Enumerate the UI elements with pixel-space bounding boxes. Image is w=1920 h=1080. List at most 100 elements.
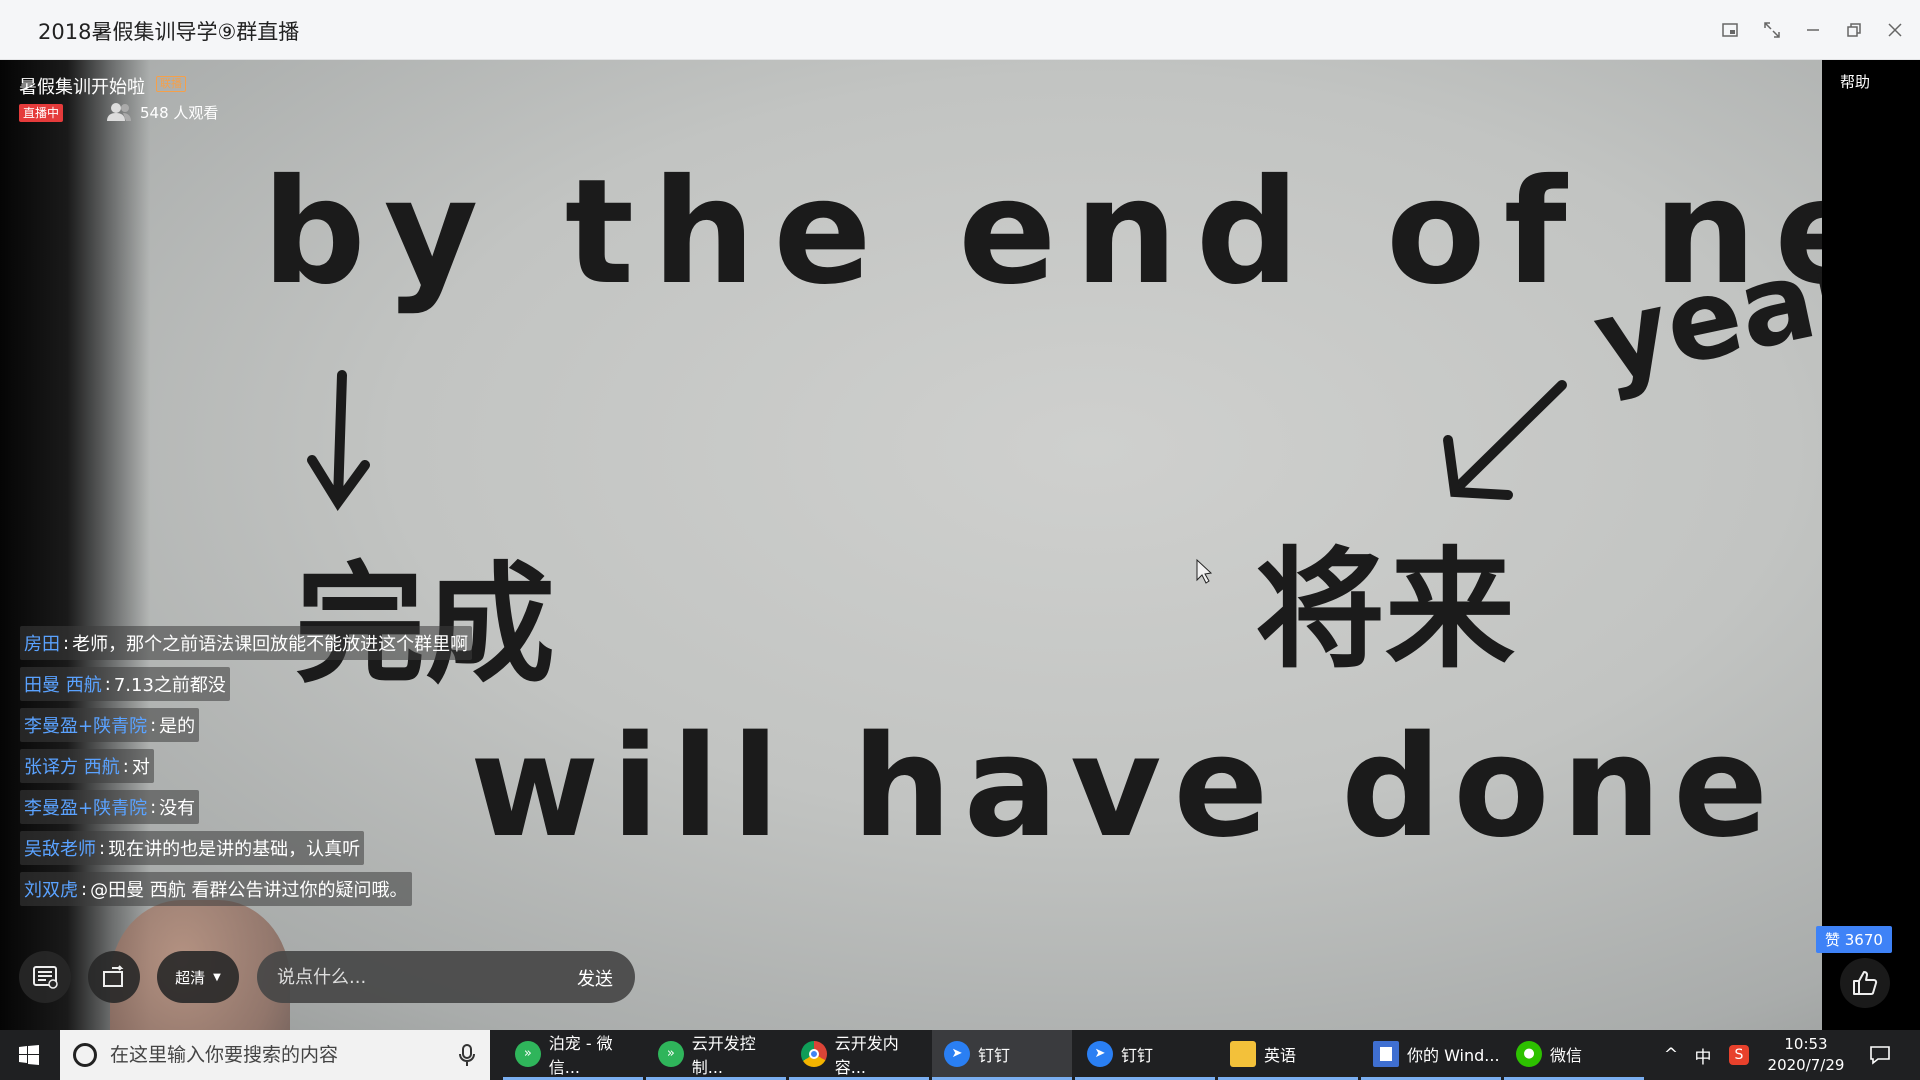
help-button[interactable]: 帮助 [1840, 71, 1870, 92]
taskbar-item[interactable]: 云开发内容... [789, 1030, 929, 1080]
chat-text: 对 [131, 757, 150, 778]
chat-toggle-button[interactable] [19, 951, 71, 1003]
chat-message: 房田: 老师，那个之前语法课回放能不能放进这个群里啊 [20, 626, 473, 660]
wechat-icon: ● [1516, 1040, 1542, 1067]
caret-down-icon: ▼ [213, 971, 221, 983]
chat-separator: : [104, 673, 111, 695]
taskbar-search[interactable] [60, 1030, 490, 1080]
cortana-icon [73, 1043, 97, 1067]
viewer-count: 548 人观看 [140, 104, 219, 122]
minimize-icon [1807, 29, 1819, 31]
wechat-devtools-icon: » [658, 1040, 684, 1067]
sogou-icon: S [1729, 1045, 1749, 1065]
taskbar-item-label: 云开发控制... [691, 1033, 756, 1077]
room-tag: 联播 [156, 76, 186, 92]
rotate-screen-icon [103, 965, 124, 987]
chat-text: 没有 [159, 798, 196, 819]
fullscreen-button[interactable] [1756, 14, 1788, 46]
thumbs-up-icon [1853, 971, 1878, 995]
taskbar-item[interactable]: ➤ 钉钉 [932, 1030, 1072, 1080]
taskbar-item[interactable]: 英语 [1218, 1030, 1358, 1080]
quality-label: 超清 [175, 968, 206, 987]
document-icon [1373, 1040, 1399, 1067]
chat-text: 现在讲的也是讲的基础，认真听 [108, 839, 361, 860]
notifications-button[interactable] [1860, 1030, 1900, 1080]
chat-username[interactable]: 吴敌老师 [24, 835, 96, 861]
chat-message: 田曼 西航:7.13之前都没 [20, 667, 230, 701]
windows-logo-icon [19, 1045, 39, 1065]
expand-icon [1764, 22, 1780, 38]
mouse-cursor-icon [1196, 558, 1213, 584]
clock-time: 10:53 [1784, 1035, 1828, 1053]
chat-text: @田曼 西航 看群公告讲过你的疑问哦。 [90, 880, 408, 901]
live-room: by the end of next year 完成 将来 will have … [0, 60, 1920, 1030]
comment-input[interactable] [277, 951, 527, 1003]
pin-window-button[interactable] [1714, 14, 1746, 46]
comment-box: 发送 [257, 951, 635, 1003]
tray-overflow-button[interactable]: ^ [1656, 1030, 1686, 1080]
taskbar-item[interactable]: 你的 Wind... [1361, 1030, 1501, 1080]
taskbar-item-label: 云开发内容... [834, 1033, 899, 1077]
system-clock[interactable]: 10:53 2020/7/29 [1766, 1034, 1846, 1076]
chat-text: 是的 [159, 716, 196, 737]
taskbar-item[interactable]: ➤ 钉钉 [1075, 1030, 1215, 1080]
chat-message: 张译方 西航: 对 [20, 749, 154, 783]
chat-message: 刘双虎: @田曼 西航 看群公告讲过你的疑问哦。 [20, 872, 412, 906]
room-title: 暑假集训开始啦 [19, 77, 145, 98]
taskbar-item-label: 泊宠 - 微信... [548, 1033, 613, 1077]
chat-username[interactable]: 田曼 西航 [24, 671, 102, 697]
taskbar-item[interactable]: ● 微信 [1504, 1030, 1644, 1080]
dingtalk-icon: ➤ [944, 1040, 970, 1067]
taskbar-item[interactable]: » 云开发控制... [646, 1030, 786, 1080]
pin-icon [1722, 23, 1738, 37]
chat-username[interactable]: 刘双虎 [24, 876, 78, 902]
like-button[interactable] [1840, 958, 1890, 1008]
chat-settings-icon [33, 966, 58, 989]
chat-username[interactable]: 李曼盈+陕青院 [24, 794, 147, 820]
taskbar-item[interactable]: » 泊宠 - 微信... [503, 1030, 643, 1080]
sogou-input-button[interactable]: S [1722, 1030, 1756, 1080]
board-arrows [307, 370, 1567, 511]
board-line3: will have done [470, 706, 1780, 869]
chat-separator: : [122, 755, 129, 777]
chat-username[interactable]: 李曼盈+陕青院 [24, 712, 147, 738]
chevron-up-icon: ^ [1663, 1045, 1679, 1065]
taskbar-item-label: 你的 Wind... [1407, 1045, 1500, 1065]
chat-separator: : [63, 632, 70, 654]
down-arrow-shaft [333, 370, 347, 505]
taskbar-search-input[interactable] [110, 1030, 440, 1080]
chat-username[interactable]: 张译方 西航 [24, 753, 120, 779]
clock-date: 2020/7/29 [1767, 1056, 1845, 1074]
start-button[interactable] [0, 1030, 58, 1080]
minimize-button[interactable] [1797, 14, 1829, 46]
taskbar-item-label: 英语 [1264, 1045, 1297, 1065]
viewers-icon [107, 103, 131, 121]
chrome-icon [801, 1040, 827, 1067]
chat-separator: : [150, 714, 157, 736]
taskbar-item-label: 钉钉 [1121, 1045, 1154, 1065]
close-button[interactable] [1879, 14, 1911, 46]
taskbar-item-label: 钉钉 [978, 1045, 1011, 1065]
right-panel: 帮助 [1822, 60, 1920, 1030]
window-title: 2018暑假集训导学⑨群直播 [38, 20, 300, 44]
chat-username[interactable]: 房田 [24, 630, 60, 656]
taskbar-item-label: 微信 [1550, 1045, 1583, 1065]
diagonal-arrow-shaft [1450, 380, 1567, 495]
chat-text: 老师，那个之前语法课回放能不能放进这个群里啊 [72, 634, 469, 655]
ime-indicator[interactable]: 中 [1688, 1030, 1718, 1080]
chat-message: 李曼盈+陕青院: 没有 [20, 790, 200, 824]
rotate-button[interactable] [88, 951, 140, 1003]
chat-separator: : [99, 837, 106, 859]
chat-message: 李曼盈+陕青院: 是的 [20, 708, 200, 742]
live-status-badge: 直播中 [19, 104, 64, 122]
restore-button[interactable] [1838, 14, 1870, 46]
board-word-complete: 完成 [295, 549, 555, 701]
close-icon [1888, 23, 1902, 37]
title-bar: 2018暑假集训导学⑨群直播 [0, 0, 1920, 60]
quality-selector[interactable]: 超清 ▼ [157, 951, 239, 1003]
microphone-icon[interactable] [454, 1042, 480, 1068]
restore-icon [1847, 23, 1861, 37]
chat-text: 7.13之前都没 [113, 675, 226, 696]
send-button[interactable]: 发送 [577, 965, 613, 991]
wechat-devtools-icon: » [515, 1040, 541, 1067]
